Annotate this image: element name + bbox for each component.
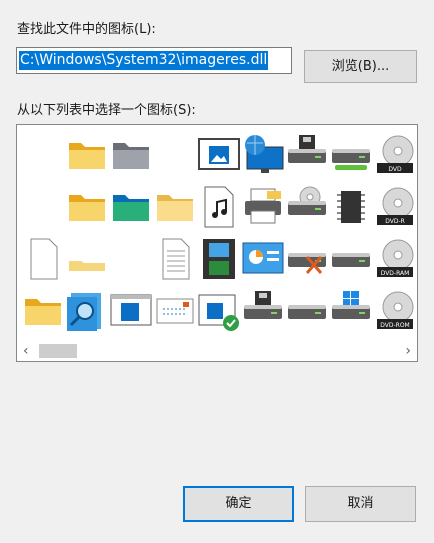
globe-monitor-icon-graphic: [245, 135, 284, 173]
chip-icon-graphic: [337, 191, 365, 223]
drive-icon-graphic: [288, 305, 326, 319]
browse-button[interactable]: 浏览(B)...: [304, 50, 417, 83]
blank-icon[interactable]: [21, 185, 65, 229]
floppy-drive-icon[interactable]: [285, 133, 329, 177]
folder-color-icon[interactable]: [109, 185, 153, 229]
dvd-ram-icon-graphic: DVD-RAM: [377, 239, 414, 277]
blank-icon[interactable]: [21, 133, 65, 177]
cd-drive-icon-graphic: [288, 186, 326, 215]
control-panel-icon-graphic: [242, 242, 284, 274]
folder-icon[interactable]: [65, 185, 109, 229]
scroll-left-arrow[interactable]: ‹: [23, 343, 29, 359]
scrollbar-thumb[interactable]: [39, 344, 77, 358]
search-folder-icon-graphic: [67, 293, 101, 331]
folder-gray-icon-graphic: [113, 143, 149, 169]
network-drive-disconnected-icon[interactable]: [285, 237, 329, 281]
network-drive-disconnected-icon-graphic: [288, 253, 326, 274]
dvd-r-icon[interactable]: DVD-R: [373, 185, 417, 229]
folder-color-icon-graphic: [113, 195, 149, 221]
cd-drive-icon[interactable]: [285, 185, 329, 229]
search-folder-icon[interactable]: [65, 289, 109, 333]
verified-window-icon-graphic: [198, 294, 239, 331]
usb-drive-icon-graphic: [332, 149, 370, 170]
picture-window-icon-graphic: [198, 138, 240, 170]
icon-list[interactable]: DVD DVD-R DVD-RAM DVD-ROM ‹ ›: [16, 124, 418, 362]
drive-icon[interactable]: [285, 289, 329, 333]
verified-window-icon[interactable]: [197, 289, 241, 333]
floppy-drive-icon-graphic: [288, 135, 326, 163]
blank-icon[interactable]: [153, 133, 197, 177]
folder-icon-graphic: [25, 299, 61, 325]
blank-file-icon[interactable]: [21, 237, 65, 281]
icon-list-label: 从以下列表中选择一个图标(S):: [17, 103, 196, 118]
drive-icon[interactable]: [329, 237, 373, 281]
usb-drive-icon[interactable]: [329, 133, 373, 177]
music-file-icon[interactable]: [197, 185, 241, 229]
mail-icon[interactable]: [153, 289, 197, 333]
folder-icon-graphic: [69, 195, 105, 221]
chip-icon[interactable]: [329, 185, 373, 229]
floppy-drive-icon[interactable]: [241, 289, 285, 333]
blank-file-icon-graphic: [30, 238, 58, 280]
mail-icon-graphic: [156, 298, 194, 324]
film-icon[interactable]: [197, 237, 241, 281]
cancel-button[interactable]: 取消: [305, 486, 416, 522]
icon-label: DVD-ROM: [380, 322, 409, 329]
icon-label: DVD-R: [385, 218, 405, 225]
horizontal-scrollbar[interactable]: ‹ ›: [17, 341, 417, 361]
film-icon-graphic: [203, 239, 235, 279]
blank-icon-graphic: [21, 185, 65, 229]
folder-light-icon[interactable]: [153, 185, 197, 229]
folder-icon[interactable]: [65, 133, 109, 177]
dvd-rom-icon-graphic: DVD-ROM: [377, 291, 414, 329]
file-path-input[interactable]: C:\Windows\System32\imageres.dll: [16, 47, 292, 74]
blank-icon-graphic: [153, 133, 197, 177]
control-panel-icon[interactable]: [241, 237, 285, 281]
flat-folder-icon-graphic: [69, 261, 105, 271]
ok-button[interactable]: 确定: [183, 486, 294, 522]
picture-window-icon[interactable]: [197, 133, 241, 177]
printer-icon-graphic: [245, 188, 281, 224]
dvd-rom-icon[interactable]: DVD-ROM: [373, 289, 417, 333]
blank-icon[interactable]: [109, 237, 153, 281]
blank-icon-graphic: [21, 133, 65, 177]
music-file-icon-graphic: [204, 186, 234, 228]
scroll-right-arrow[interactable]: ›: [405, 343, 411, 359]
dvd-ram-icon[interactable]: DVD-RAM: [373, 237, 417, 281]
floppy-drive-icon-graphic: [244, 291, 282, 319]
drive-icon-graphic: [332, 253, 370, 267]
dvd-drive-icon[interactable]: DVD: [373, 133, 417, 177]
folder-icon-graphic: [69, 143, 105, 169]
icon-label: DVD: [388, 166, 402, 173]
flat-folder-icon[interactable]: [65, 237, 109, 281]
folder-icon[interactable]: [21, 289, 65, 333]
file-label: 查找此文件中的图标(L):: [17, 22, 156, 37]
file-path-text: C:\Windows\System32\imageres.dll: [19, 51, 269, 70]
dvd-r-icon-graphic: DVD-R: [377, 187, 414, 225]
window-app-icon[interactable]: [109, 289, 153, 333]
blank-icon-graphic: [109, 237, 153, 281]
windows-drive-icon[interactable]: [329, 289, 373, 333]
text-file-icon[interactable]: [153, 237, 197, 281]
globe-monitor-icon[interactable]: [241, 133, 285, 177]
windows-drive-icon-graphic: [332, 291, 370, 319]
window-app-icon-graphic: [110, 294, 152, 326]
icon-label: DVD-RAM: [381, 270, 410, 277]
folder-gray-icon[interactable]: [109, 133, 153, 177]
dvd-drive-icon-graphic: DVD: [377, 135, 414, 173]
folder-light-icon-graphic: [157, 195, 193, 221]
text-file-icon-graphic: [162, 238, 190, 280]
printer-icon[interactable]: [241, 185, 285, 229]
